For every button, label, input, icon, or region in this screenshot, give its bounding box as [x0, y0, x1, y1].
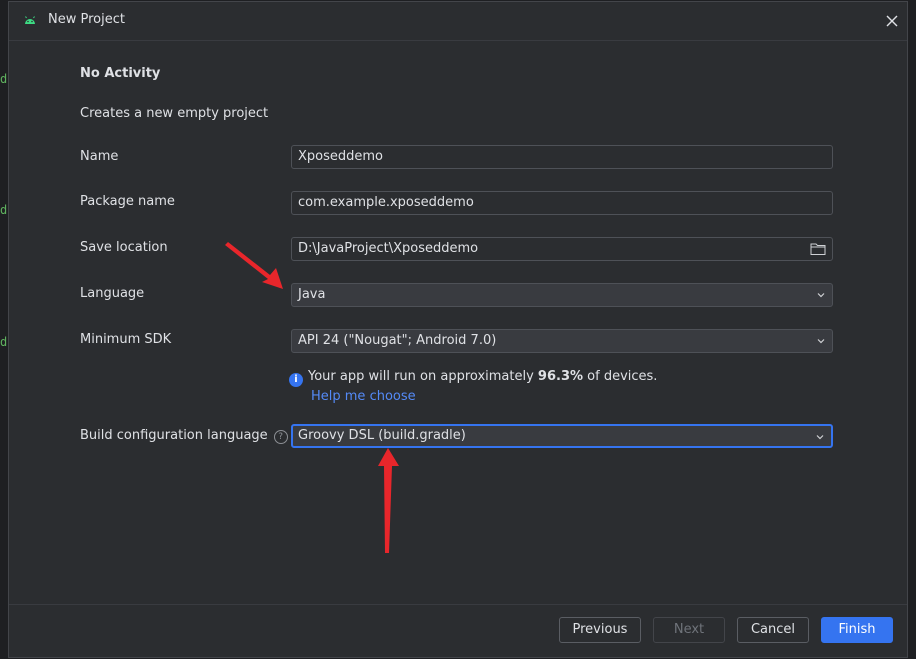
minimum-sdk-label: Minimum SDK [80, 332, 172, 347]
question-mark-icon[interactable]: ? [273, 430, 288, 444]
coverage-percent: 96.3% [537, 369, 584, 384]
package-name-label: Package name [80, 194, 175, 209]
previous-button[interactable]: Previous [559, 617, 641, 643]
name-label: Name [80, 149, 119, 164]
save-location-label: Save location [80, 240, 168, 255]
chevron-down-icon [816, 435, 824, 440]
template-description: Creates a new empty project [80, 106, 269, 121]
minimum-sdk-dropdown[interactable]: API 24 ("Nougat"; Android 7.0) [291, 329, 833, 353]
new-project-dialog: New Project No Activity Creates a new em… [8, 1, 908, 658]
next-button[interactable]: Next [653, 617, 725, 643]
coverage-suffix: of devices. [583, 369, 658, 384]
build-config-value: Groovy DSL (build.gradle) [298, 428, 466, 443]
device-coverage-info: i Your app will run on approximately 96.3… [289, 369, 657, 387]
template-heading: No Activity [80, 66, 161, 81]
chevron-down-icon [817, 339, 825, 344]
dialog-titlebar: New Project [9, 2, 907, 41]
dialog-title: New Project [48, 12, 125, 27]
coverage-prefix: Your app will run on approximately [308, 369, 538, 384]
name-field[interactable]: Xposeddemo [291, 145, 833, 169]
package-name-field[interactable]: com.example.xposeddemo [291, 191, 833, 215]
build-config-label-row: Build configuration language? [80, 428, 288, 444]
folder-icon[interactable] [810, 242, 826, 256]
chevron-down-icon [817, 293, 825, 298]
save-location-field[interactable]: D:\JavaProject\Xposeddemo [291, 237, 833, 261]
finish-button[interactable]: Finish [821, 617, 893, 643]
info-icon: i [289, 373, 303, 387]
dialog-footer: Previous Next Cancel Finish [9, 604, 907, 659]
language-value: Java [298, 287, 326, 302]
build-config-label: Build configuration language [80, 428, 268, 443]
build-config-dropdown[interactable]: Groovy DSL (build.gradle) [291, 424, 833, 448]
save-location-value: D:\JavaProject\Xposeddemo [298, 241, 479, 256]
editor-glyph: d [0, 72, 8, 86]
android-icon [25, 16, 35, 24]
minimum-sdk-value: API 24 ("Nougat"; Android 7.0) [298, 333, 497, 348]
language-label: Language [80, 286, 145, 301]
help-me-choose-link[interactable]: Help me choose [311, 389, 416, 404]
editor-glyph: d [0, 335, 8, 349]
language-dropdown[interactable]: Java [291, 283, 833, 307]
cancel-button[interactable]: Cancel [737, 617, 809, 643]
editor-glyph: d [0, 203, 8, 217]
close-icon[interactable] [884, 13, 900, 29]
